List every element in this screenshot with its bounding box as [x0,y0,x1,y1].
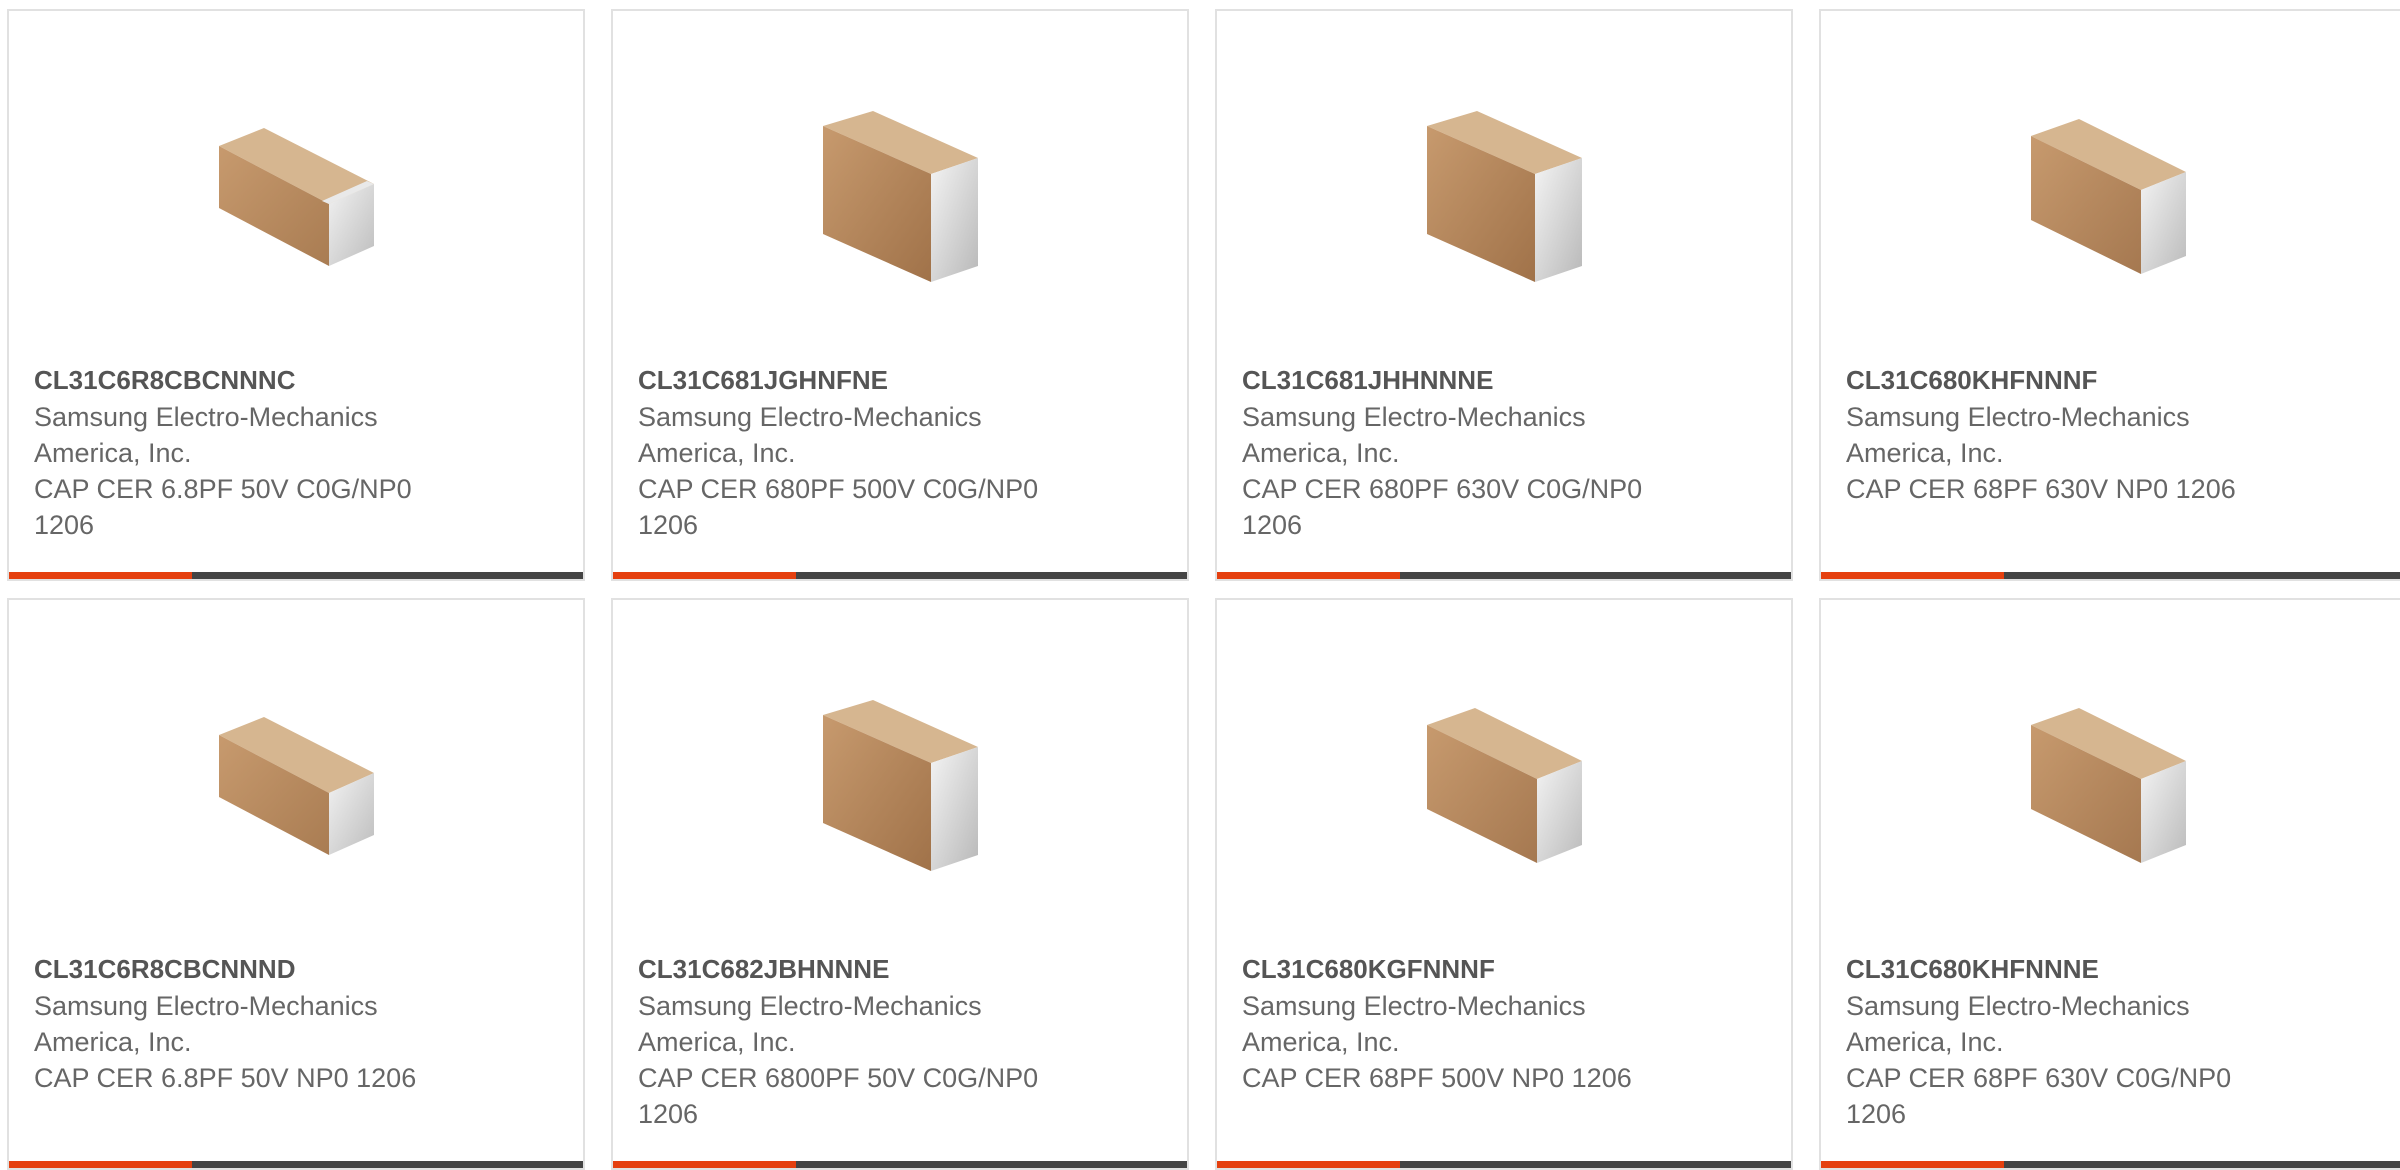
card-accent-bar [613,572,796,579]
smd-capacitor-flat-icon [219,128,374,266]
description: CAP CER 68PF 630V C0G/NP0 1206 [1846,1063,2232,1129]
product-image [2001,675,2211,885]
part-number[interactable]: CL31C681JHHNNNE [1242,363,1742,397]
product-card[interactable]: CL31C6R8CBCNNNC Samsung Electro-Mechanic… [7,9,585,581]
part-number[interactable]: CL31C680KGFNNNF [1242,952,1742,986]
description: CAP CER 68PF 500V NP0 1206 [1242,1063,1632,1093]
card-footer-bar [1217,572,1791,579]
card-footer-bar [1821,572,2400,579]
manufacturer: Samsung Electro-Mechanics America, Inc. [1242,991,1586,1057]
product-card[interactable]: CL31C6R8CBCNNND Samsung Electro-Mechanic… [7,598,585,1170]
part-number[interactable]: CL31C680KHFNNNE [1846,952,2346,986]
product-image [793,675,1003,885]
product-card[interactable]: CL31C680KHFNNNE Samsung Electro-Mechanic… [1819,598,2400,1170]
card-accent-bar [1821,572,2004,579]
product-card[interactable]: CL31C680KGFNNNF Samsung Electro-Mechanic… [1215,598,1793,1170]
product-image [2001,86,2211,296]
product-card[interactable]: CL31C680KHFNNNF Samsung Electro-Mechanic… [1819,9,2400,581]
product-card[interactable]: CL31C682JBHNNNE Samsung Electro-Mechanic… [611,598,1189,1170]
smd-capacitor-tall-icon [1427,111,1582,282]
part-number[interactable]: CL31C682JBHNNNE [638,952,1138,986]
product-image [189,675,399,885]
manufacturer: Samsung Electro-Mechanics America, Inc. [1846,991,2190,1057]
product-card[interactable]: CL31C681JGHNFNE Samsung Electro-Mechanic… [611,9,1189,581]
manufacturer: Samsung Electro-Mechanics America, Inc. [638,402,982,468]
part-number[interactable]: CL31C681JGHNFNE [638,363,1138,397]
description: CAP CER 6.8PF 50V NP0 1206 [34,1063,417,1093]
part-number[interactable]: CL31C6R8CBCNNND [34,952,534,986]
part-number[interactable]: CL31C680KHFNNNF [1846,363,2346,397]
smd-capacitor-flat-icon [219,717,374,855]
description: CAP CER 680PF 500V C0G/NP0 1206 [638,474,1039,540]
product-image [1397,675,1607,885]
card-accent-bar [9,572,192,579]
smd-capacitor-medium-icon [2031,708,2186,863]
description: CAP CER 6.8PF 50V C0G/NP0 1206 [34,474,412,540]
manufacturer: Samsung Electro-Mechanics America, Inc. [1242,402,1586,468]
manufacturer: Samsung Electro-Mechanics America, Inc. [638,991,982,1057]
manufacturer: Samsung Electro-Mechanics America, Inc. [1846,402,2190,468]
smd-capacitor-tall-icon [823,700,978,871]
description: CAP CER 680PF 630V C0G/NP0 1206 [1242,474,1643,540]
smd-capacitor-medium-icon [2031,119,2186,274]
smd-capacitor-tall-icon [823,111,978,282]
card-accent-bar [1217,572,1400,579]
manufacturer: Samsung Electro-Mechanics America, Inc. [34,402,378,468]
description: CAP CER 68PF 630V NP0 1206 [1846,474,2236,504]
part-number[interactable]: CL31C6R8CBCNNNC [34,363,534,397]
smd-capacitor-medium-icon [1427,708,1582,863]
manufacturer: Samsung Electro-Mechanics America, Inc. [34,991,378,1057]
product-grid: CL31C6R8CBCNNNC Samsung Electro-Mechanic… [0,0,2400,1170]
card-footer-bar [9,572,583,579]
product-card[interactable]: CL31C681JHHNNNE Samsung Electro-Mechanic… [1215,9,1793,581]
card-footer-bar [613,572,1187,579]
product-image [793,86,1003,296]
product-image [1397,86,1607,296]
description: CAP CER 6800PF 50V C0G/NP0 1206 [638,1063,1039,1129]
product-image [189,86,399,296]
